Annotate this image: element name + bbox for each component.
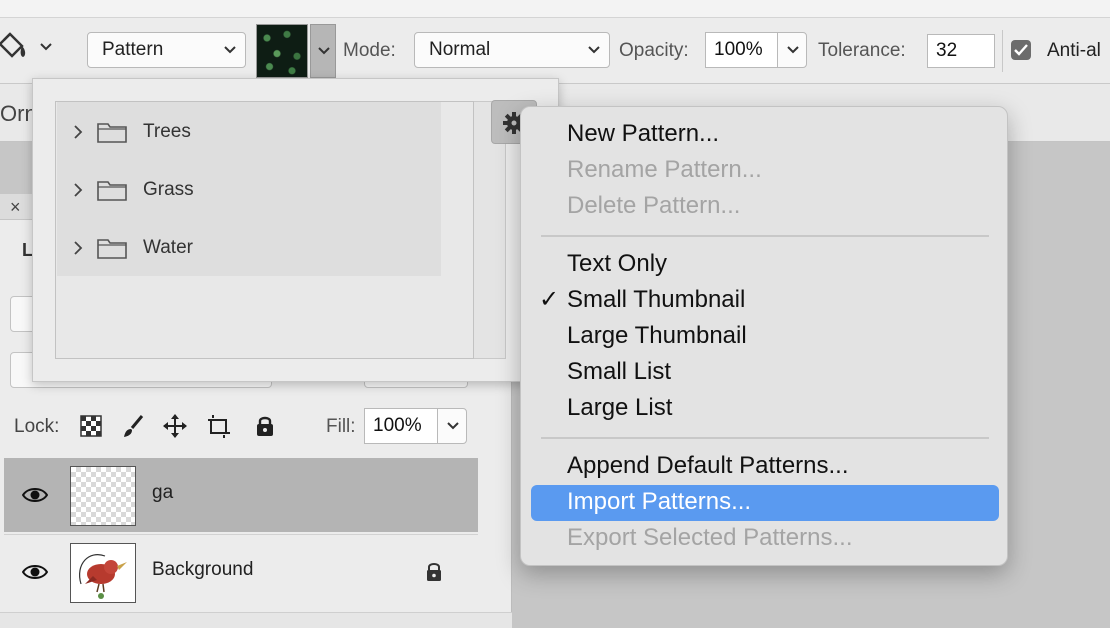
chevron-down-icon xyxy=(787,46,799,54)
artboard-lock-icon[interactable] xyxy=(206,413,232,439)
menu-item-small-thumbnail[interactable]: Small Thumbnail xyxy=(567,285,745,315)
mode-label: Mode: xyxy=(343,40,396,61)
eye-icon[interactable] xyxy=(22,486,48,504)
menu-item-large-list[interactable]: Large List xyxy=(567,393,672,423)
pattern-picker-toggle[interactable] xyxy=(310,24,336,78)
anti-alias-checkbox[interactable] xyxy=(1011,40,1031,60)
chevron-down-icon xyxy=(447,422,459,430)
lock-icon xyxy=(427,563,441,581)
tool-preset-chevron-icon[interactable] xyxy=(38,40,54,54)
bird-illustration xyxy=(79,554,127,599)
menu-item-large-thumbnail[interactable]: Large Thumbnail xyxy=(567,321,747,351)
chevron-down-icon xyxy=(318,47,330,55)
mode-value: Normal xyxy=(429,39,491,60)
folder-label: Trees xyxy=(143,121,191,142)
layer-thumbnail xyxy=(70,543,136,603)
menu-item-rename-pattern: Rename Pattern... xyxy=(567,156,762,183)
chevron-right-icon[interactable] xyxy=(73,240,83,256)
menu-item-new-pattern[interactable]: New Pattern... xyxy=(567,119,719,149)
menu-item-small-list[interactable]: Small List xyxy=(567,357,671,387)
chevron-right-icon[interactable] xyxy=(73,124,83,140)
layer-row-ga[interactable]: ga xyxy=(4,458,478,532)
fill-dropdown[interactable] xyxy=(437,408,467,444)
fill-label: Fill: xyxy=(326,416,356,437)
folder-label: Water xyxy=(143,237,193,258)
pattern-options-menu: New Pattern... Rename Pattern... Delete … xyxy=(520,106,1008,566)
eye-icon[interactable] xyxy=(22,563,48,581)
mode-select[interactable]: Normal xyxy=(414,32,610,68)
chevron-down-icon xyxy=(588,46,600,54)
menu-item-append-default[interactable]: Append Default Patterns... xyxy=(567,451,849,481)
folder-icon xyxy=(97,181,127,201)
anti-alias-label: Anti-al xyxy=(1047,40,1101,61)
fill-field[interactable]: 100% xyxy=(364,408,438,444)
folder-icon xyxy=(97,123,127,143)
brush-icon[interactable] xyxy=(120,413,146,439)
folder-row-trees[interactable]: Trees xyxy=(57,102,441,160)
paint-bucket-icon[interactable] xyxy=(0,30,28,66)
layer-thumbnail xyxy=(70,466,136,526)
pattern-picker-popup: Trees Grass Water xyxy=(32,78,559,382)
menu-item-export-selected: Export Selected Patterns... xyxy=(567,524,853,551)
toolbar-divider xyxy=(1002,30,1003,72)
opacity-dropdown[interactable] xyxy=(777,32,807,68)
opacity-label: Opacity: xyxy=(619,40,689,61)
checkmark-icon: ✓ xyxy=(539,286,560,313)
fill-source-select[interactable]: Pattern xyxy=(87,32,246,68)
folder-icon xyxy=(97,239,127,259)
chevron-right-icon[interactable] xyxy=(73,182,83,198)
layer-name: ga xyxy=(152,482,174,503)
folder-label: Grass xyxy=(143,179,194,200)
lock-all-icon[interactable] xyxy=(252,413,278,439)
layer-row-background[interactable]: Background xyxy=(4,534,478,608)
tolerance-field[interactable]: 32 xyxy=(927,34,995,68)
checkmark-icon xyxy=(1014,44,1028,56)
layer-name: Background xyxy=(152,559,254,580)
move-icon[interactable] xyxy=(162,413,188,439)
fill-source-value: Pattern xyxy=(102,39,164,60)
top-strip xyxy=(0,0,1110,18)
opacity-field[interactable]: 100% xyxy=(705,32,778,68)
menu-item-import-patterns[interactable]: Import Patterns... xyxy=(567,487,751,517)
chevron-down-icon xyxy=(224,46,236,54)
folder-row-grass[interactable]: Grass xyxy=(57,160,441,218)
menu-separator xyxy=(541,235,989,237)
pattern-swatch[interactable] xyxy=(256,24,308,78)
layers-panel-footer xyxy=(0,612,512,628)
menu-item-text-only[interactable]: Text Only xyxy=(567,249,667,279)
menu-separator xyxy=(541,437,989,439)
close-icon[interactable]: × xyxy=(10,198,21,216)
tolerance-label: Tolerance: xyxy=(818,40,906,61)
lock-label: Lock: xyxy=(14,416,60,437)
pattern-folder-list: Trees Grass Water xyxy=(55,101,474,359)
folder-row-water[interactable]: Water xyxy=(57,218,441,276)
lock-transparency-icon[interactable] xyxy=(78,413,104,439)
menu-item-delete-pattern: Delete Pattern... xyxy=(567,192,741,219)
